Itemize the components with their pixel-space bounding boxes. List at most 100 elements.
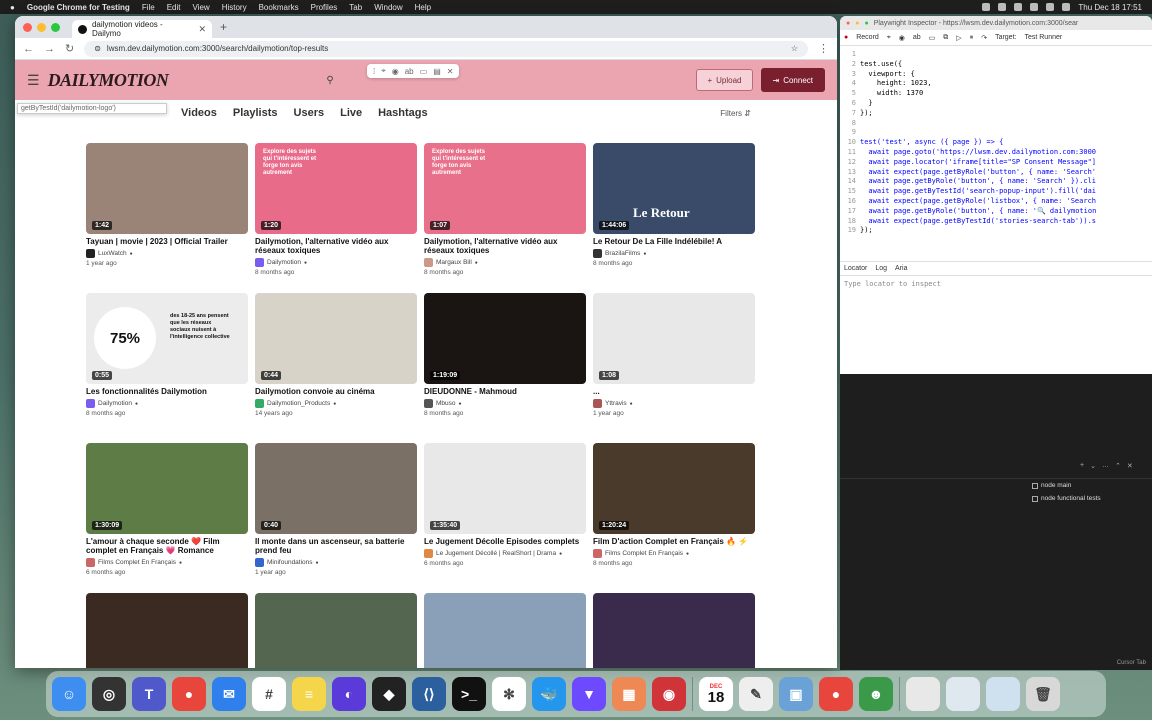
terminal-list-item[interactable]: node main (1032, 482, 1071, 489)
channel-row[interactable]: Le Jugement Décollé | RealShort | Drama ● (424, 549, 586, 558)
video-card[interactable]: 1:18:05 (86, 593, 248, 668)
video-card[interactable]: 1:20:24 Film D'action Complet en Français… (593, 443, 755, 593)
video-card[interactable]: 1:08... Yttravis ● 1 year ago (593, 293, 755, 443)
video-thumbnail[interactable]: Le Retour 1:44:06 (593, 143, 755, 234)
video-thumbnail[interactable]: Explore des sujets qui t'intéressent et … (424, 143, 586, 234)
video-card[interactable]: 1:17:18 (593, 593, 755, 668)
hamburger-menu-icon[interactable]: ☰ (27, 72, 40, 89)
code-editor[interactable]: 1 2 test.use({3 viewport: {4 height: 1023,… (840, 46, 1152, 262)
minimize-window-button[interactable]: ● (855, 20, 859, 27)
office-icon[interactable]: ◉ (652, 677, 686, 711)
pick-locator-icon[interactable]: ⌖ (887, 34, 891, 42)
channel-row[interactable]: Mbuso ● (424, 399, 586, 408)
control-center-icon[interactable] (1062, 3, 1071, 11)
search-icon[interactable]: ⚲ (326, 75, 333, 86)
reload-icon[interactable]: ↻ (65, 42, 74, 55)
close-tab-icon[interactable]: ✕ (198, 24, 206, 35)
step-over-icon[interactable]: ↷ (981, 34, 987, 42)
bookmark-star-icon[interactable]: ☆ (791, 44, 798, 53)
teams-icon[interactable]: T (132, 677, 166, 711)
split-terminal-icon[interactable]: ⌄ (1090, 462, 1096, 470)
video-card[interactable]: Explore des sujets qui t'intéressent et … (424, 143, 586, 293)
video-card[interactable]: 0:40 Il monte dans un ascenseur, sa batte… (255, 443, 417, 593)
video-card[interactable]: Explore des sujets qui t'intéressent et … (255, 143, 417, 293)
tab-hashtags[interactable]: Hashtags (378, 107, 428, 119)
openai-icon[interactable]: ◎ (92, 677, 126, 711)
channel-row[interactable]: Dailymotion ● (86, 399, 248, 408)
assert-text-icon[interactable]: ab (405, 67, 414, 76)
menu-history[interactable]: History (222, 3, 247, 12)
arc-icon[interactable]: ◐ (332, 677, 366, 711)
resume-icon[interactable]: ▷ (956, 34, 961, 42)
assert-value-icon[interactable]: ▭ (420, 67, 428, 76)
menu-clock[interactable]: Thu Dec 18 17:51 (1078, 3, 1142, 12)
proton-vpn-icon[interactable]: ▼ (572, 677, 606, 711)
toolbar-close-icon[interactable]: ✕ (447, 67, 454, 76)
browser-tab[interactable]: dailymotion videos - Dailymo ✕ (72, 20, 212, 38)
window-thumb-2-icon[interactable] (946, 677, 980, 711)
video-title[interactable]: Tayuan | movie | 2023 | Official Trailer (86, 237, 248, 246)
video-title[interactable]: Dailymotion, l'alternative vidéo aux rés… (424, 237, 586, 255)
video-thumbnail[interactable]: 1:35:40 (424, 443, 586, 534)
video-card[interactable]: 1:23:23 (255, 593, 417, 668)
chrome-testing-icon[interactable]: ● (819, 677, 853, 711)
assert-visibility-icon[interactable]: ◉ (899, 34, 905, 42)
video-thumbnail[interactable]: 1:08 (593, 293, 755, 384)
new-terminal-icon[interactable]: + (1080, 462, 1084, 470)
docker-icon[interactable]: 🐳 (532, 677, 566, 711)
video-title[interactable]: DIEUDONNE - Mahmoud (424, 387, 586, 396)
assert-value-icon[interactable]: ▭ (929, 34, 936, 42)
drag-handle-icon[interactable]: ⁞ (373, 67, 375, 76)
video-title[interactable]: Dailymotion convoie au cinéma (255, 387, 417, 396)
video-title[interactable]: Il monte dans un ascenseur, sa batterie … (255, 537, 417, 555)
video-thumbnail[interactable]: 1:17:18 (593, 593, 755, 668)
channel-row[interactable]: Margaux Bill ● (424, 258, 586, 267)
battery-icon[interactable] (1030, 3, 1039, 11)
pick-locator-icon[interactable]: ⌖ (381, 66, 386, 76)
menu-app-name[interactable]: Google Chrome for Testing (27, 3, 130, 12)
notes-icon[interactable]: ≡ (292, 677, 326, 711)
channel-row[interactable]: Films Complet En Français ● (593, 549, 755, 558)
zoom-window-button[interactable] (51, 22, 60, 32)
video-card[interactable]: 1:42 Tayuan | movie | 2023 | Official Tra… (86, 143, 248, 293)
video-thumbnail[interactable]: 75% des 18-25 ans pensent que les réseaux… (86, 293, 248, 384)
channel-row[interactable]: LuxWatch ● (86, 249, 248, 258)
calendar-icon[interactable]: DEC 18 (699, 677, 733, 711)
channel-row[interactable]: Minifoundations ● (255, 558, 417, 567)
video-thumbnail[interactable]: 1:19:09 (424, 293, 586, 384)
video-thumbnail[interactable]: 1:30:09 (86, 443, 248, 534)
filters-button[interactable]: Filters ⇵ (720, 109, 751, 118)
record-button[interactable]: Record (856, 34, 879, 41)
channel-row[interactable]: Dailymotion_Products ● (255, 399, 417, 408)
video-thumbnail[interactable]: 0:40 (255, 443, 417, 534)
terminal-icon[interactable]: >_ (452, 677, 486, 711)
forward-icon[interactable]: → (44, 43, 55, 55)
tab-videos[interactable]: Videos (181, 107, 217, 119)
video-thumbnail[interactable]: 0:44 (255, 293, 417, 384)
menu-file[interactable]: File (142, 3, 155, 12)
menu-edit[interactable]: Edit (167, 3, 181, 12)
wifi-icon[interactable] (1014, 3, 1023, 11)
copy-icon[interactable]: ⧉ (943, 34, 948, 42)
search-icon[interactable] (1046, 3, 1055, 11)
video-thumbnail[interactable]: Explore des sujets qui t'intéressent et … (255, 143, 417, 234)
dailymotion-logo[interactable]: DAILYMOTION (48, 70, 169, 91)
locator-input[interactable]: Type locator to inspect (840, 276, 1152, 292)
video-title[interactable]: L'amour à chaque seconde ❤️ Film complet… (86, 537, 248, 555)
tab-locator[interactable]: Locator (844, 265, 867, 272)
status-icon[interactable] (982, 3, 991, 11)
upload-button[interactable]: + Upload (696, 69, 753, 91)
video-card[interactable]: Le Retour 1:44:06 Le Retour De La Fille In… (593, 143, 755, 293)
apple-icon[interactable]: ● (10, 3, 15, 12)
video-thumbnail[interactable]: 0:56 (424, 593, 586, 668)
video-title[interactable]: Le Jugement Décolle Episodes complets (424, 537, 586, 546)
preview-icon[interactable]: ▣ (779, 677, 813, 711)
tab-users[interactable]: Users (294, 107, 325, 119)
chatgpt-icon[interactable]: ✻ (492, 677, 526, 711)
url-field[interactable]: ⊜ lwsm.dev.dailymotion.com:3000/search/d… (84, 40, 808, 57)
window-thumb-1-icon[interactable] (906, 677, 940, 711)
channel-row[interactable]: Films Complet En Français ● (86, 558, 248, 567)
video-card[interactable]: 1:19:09 DIEUDONNE - Mahmoud Mbuso ● 8 months… (424, 293, 586, 443)
video-title[interactable]: Dailymotion, l'alternative vidéo aux rés… (255, 237, 417, 255)
video-card[interactable]: 0:56 (424, 593, 586, 668)
